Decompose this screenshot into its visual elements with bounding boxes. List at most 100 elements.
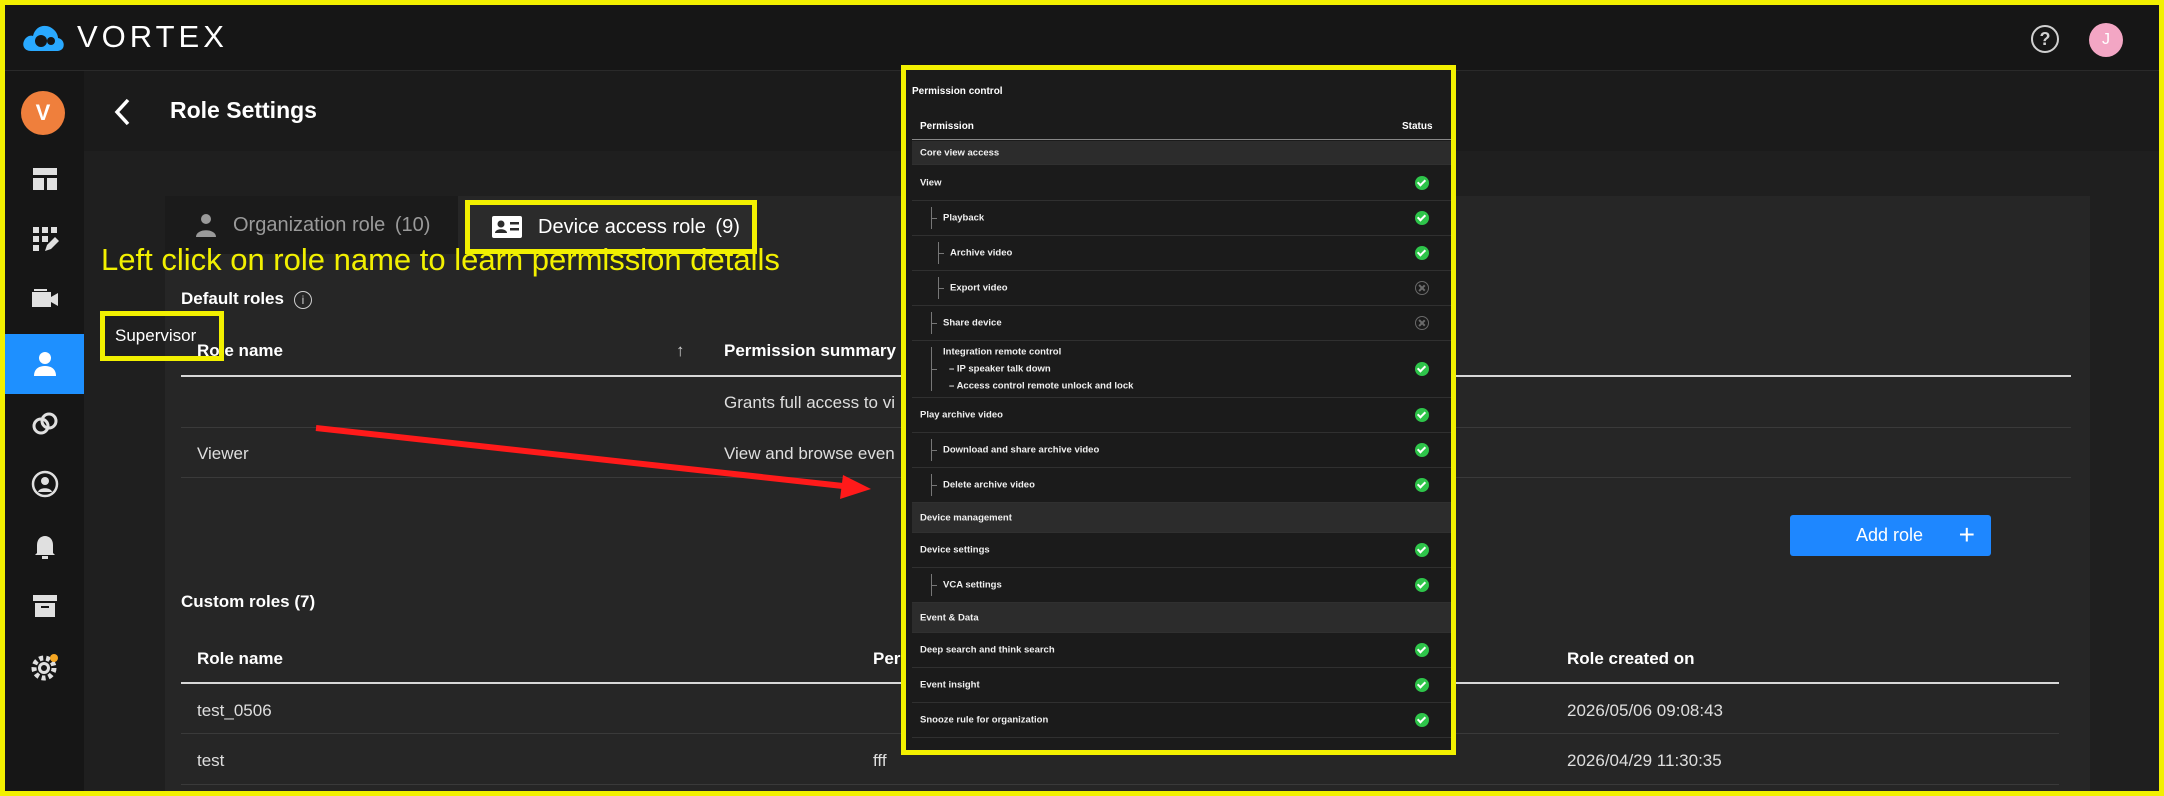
org-avatar[interactable]: V xyxy=(21,91,65,135)
tree-connector xyxy=(931,574,939,596)
permission-row: Download and share archive video xyxy=(912,433,1451,468)
back-arrow-icon[interactable] xyxy=(112,97,132,127)
permission-row: Export video xyxy=(912,271,1451,306)
default-roles-label: Default roles xyxy=(181,289,284,308)
tab-count: (10) xyxy=(394,213,431,236)
permission-row: Integration remote control – IP speaker t… xyxy=(912,341,1451,398)
permission-label-text: Playback xyxy=(943,212,985,224)
divider xyxy=(181,784,2059,785)
permission-label: View xyxy=(920,178,941,189)
col-permission: Per xyxy=(873,649,901,668)
custom-role-name[interactable]: test_0506 xyxy=(197,701,272,721)
permission-table-header: Permission Status xyxy=(912,120,1451,140)
id-card-icon xyxy=(492,216,522,238)
tab-label: Device access role xyxy=(538,215,706,238)
permission-label: Delete archive video xyxy=(943,480,1035,491)
col-role-created-on[interactable]: Role created on xyxy=(1567,649,1695,669)
info-icon[interactable]: i xyxy=(293,290,312,309)
annotation-hint: Left click on role name to learn permiss… xyxy=(101,242,780,277)
permission-control-title: Permission control xyxy=(912,86,1003,97)
permission-label: Core view access xyxy=(920,147,999,158)
check-circle-icon xyxy=(1415,543,1429,557)
sidebar-item-settings[interactable] xyxy=(5,637,84,697)
col-role-name[interactable]: Role name xyxy=(197,649,283,669)
permission-row: Deep search and think search xyxy=(912,633,1451,668)
vortex-logo: VORTEX xyxy=(21,17,228,57)
permission-row: View xyxy=(912,166,1451,201)
tab-count: (9) xyxy=(715,215,740,238)
permission-label-text: Core view access xyxy=(920,147,1000,158)
permission-row: Play archive video xyxy=(912,398,1451,433)
permission-label-text: Deep search and think search xyxy=(920,644,1055,656)
permission-label-text: Snooze rule for organization xyxy=(920,714,1049,726)
permission-label: Playback xyxy=(943,213,984,224)
sidebar-item-archive[interactable] xyxy=(5,576,84,636)
sidebar-item-account[interactable] xyxy=(5,454,84,514)
role-summary: View and browse even xyxy=(724,444,895,463)
permission-label-text: Device settings xyxy=(920,544,990,556)
person-icon xyxy=(196,214,216,237)
check-circle-icon xyxy=(1415,246,1429,260)
sort-arrow-icon[interactable]: ↑ xyxy=(676,341,685,361)
check-circle-icon xyxy=(1415,713,1429,727)
permission-label: Deep search and think search xyxy=(920,645,1055,656)
permission-label-text: Download and share archive video xyxy=(943,444,1100,456)
custom-role-created: 2026/04/29 11:30:35 xyxy=(1567,751,1722,770)
role-name-supervisor[interactable]: Supervisor xyxy=(100,311,224,361)
permission-row: Playback xyxy=(912,201,1451,236)
add-role-button[interactable]: Add role + xyxy=(1790,515,1991,556)
check-circle-icon xyxy=(1415,211,1429,225)
check-circle-icon xyxy=(1415,643,1429,657)
permission-label: Share device xyxy=(943,318,1002,329)
permission-label-text: Event insight xyxy=(920,679,980,691)
sidebar-item-alerts[interactable] xyxy=(5,516,84,576)
app-window: VORTEX ? J V Role Settings Organization … xyxy=(0,0,2164,796)
user-avatar[interactable]: J xyxy=(2089,23,2123,57)
permission-label: Device settings xyxy=(920,545,990,556)
permission-label: VCA settings xyxy=(943,580,1002,591)
x-circle-icon xyxy=(1415,316,1429,330)
tree-connector xyxy=(931,439,939,461)
col-permission-summary: Permission summary xyxy=(724,341,896,360)
tab-label: Organization role xyxy=(233,213,386,236)
help-icon[interactable]: ? xyxy=(2031,25,2059,53)
layout-dashboard-icon xyxy=(32,168,57,190)
tree-connector xyxy=(938,277,946,299)
sidebar-item-users[interactable] xyxy=(5,334,84,394)
sidebar: V xyxy=(5,71,84,791)
custom-role-permission: fff xyxy=(873,751,887,770)
permission-label: Device management xyxy=(920,512,1012,523)
plus-icon: + xyxy=(1958,519,1975,550)
tree-connector xyxy=(938,242,946,264)
archive-icon xyxy=(32,595,57,617)
custom-role-name[interactable]: test xyxy=(197,751,224,771)
permission-label-text: Export video xyxy=(950,282,1008,294)
permission-group-header: Event & Data xyxy=(912,603,1451,633)
permission-label-text: Play archive video xyxy=(920,409,1003,421)
sidebar-item-apps[interactable] xyxy=(5,209,84,269)
tree-connector xyxy=(931,207,939,229)
check-circle-icon xyxy=(1415,443,1429,457)
custom-roles-title: Custom roles (7) xyxy=(181,592,316,611)
check-circle-icon xyxy=(1415,578,1429,592)
sidebar-item-cameras[interactable] xyxy=(5,269,84,329)
permission-control-popup: Permission control Permission Status Cor… xyxy=(901,65,1456,755)
custom-role-created: 2026/05/06 09:08:43 xyxy=(1567,701,1723,720)
sidebar-item-integrations[interactable] xyxy=(5,394,84,454)
permission-sub-label: – IP speaker talk down xyxy=(949,363,1051,375)
permission-label-text: Integration remote control xyxy=(943,346,1062,358)
permission-label: Play archive video xyxy=(920,410,1003,421)
permission-row: Event insight xyxy=(912,668,1451,703)
col-permission: Permission xyxy=(920,121,974,132)
check-circle-icon xyxy=(1415,408,1429,422)
permission-row: Share device xyxy=(912,306,1451,341)
role-name-viewer[interactable]: Viewer xyxy=(197,444,249,464)
permission-label: Download and share archive video xyxy=(943,445,1099,456)
user-icon xyxy=(33,352,56,376)
col-status: Status xyxy=(1402,121,1433,132)
permission-row: Archive video xyxy=(912,236,1451,271)
sidebar-item-dashboard[interactable] xyxy=(5,149,84,209)
check-circle-icon xyxy=(1415,176,1429,190)
check-circle-icon xyxy=(1415,678,1429,692)
permission-row: Device settings xyxy=(912,533,1451,568)
